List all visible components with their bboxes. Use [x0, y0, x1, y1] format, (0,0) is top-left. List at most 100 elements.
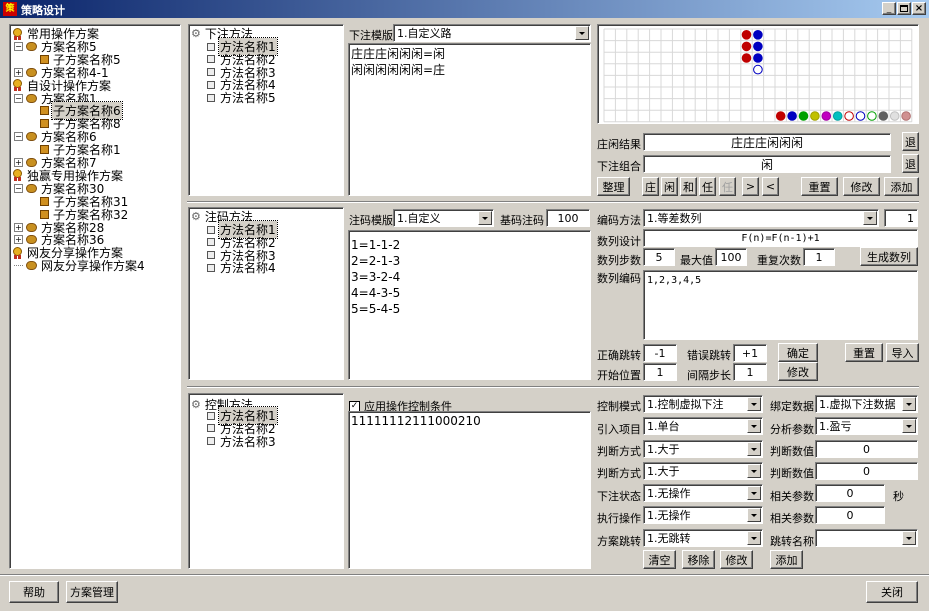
footer-divider — [0, 574, 929, 576]
minimize-button[interactable]: _ — [882, 2, 896, 15]
chevron-down-icon[interactable] — [747, 464, 761, 478]
judge-value-label-2: 判断数值 — [770, 467, 814, 480]
error-jump-field[interactable]: +1 — [733, 344, 767, 362]
judge-value-field-2[interactable]: 0 — [815, 462, 918, 480]
help-button[interactable]: 帮助 — [9, 581, 59, 603]
base-chip-field[interactable]: 100 — [546, 209, 590, 227]
chevron-down-icon[interactable] — [747, 397, 761, 411]
bet-template-select[interactable]: 1.自定义路 — [393, 24, 591, 42]
section-divider — [187, 386, 919, 388]
control-add-button[interactable]: 添加 — [770, 550, 803, 569]
section-divider — [187, 201, 919, 203]
repeat-count-field[interactable]: 1 — [803, 248, 835, 266]
generate-sequence-button[interactable]: 生成数列 — [860, 247, 918, 266]
plan-jump-select[interactable]: 1.无跳转 — [643, 529, 763, 547]
judge-method-select-2[interactable]: 1.大于 — [643, 462, 763, 480]
control-mode-select[interactable]: 1.控制虚拟下注 — [643, 395, 763, 413]
chevron-down-icon[interactable] — [478, 211, 492, 225]
result-back-button[interactable]: 退 — [902, 132, 919, 151]
jump-name-select[interactable] — [815, 529, 918, 547]
judge-value-field[interactable]: 0 — [815, 440, 918, 458]
chip-method-tree[interactable]: ⚙ 注码方法 方法名称1 方法名称2 方法名称3 方法名称4 — [188, 207, 344, 380]
he-button[interactable]: 和 — [680, 177, 697, 196]
plan-manage-button[interactable]: 方案管理 — [66, 581, 118, 603]
plan-tree[interactable]: 常用操作方案 − 方案名称5 子方案名称5 + 方案名称4-1 自设计操作方案 − 方案名称1 子… — [9, 24, 181, 569]
combo-back-button[interactable]: 退 — [902, 154, 919, 173]
method-item[interactable]: 方法名称5 — [207, 91, 277, 105]
seq-edit-button[interactable]: 修改 — [778, 362, 818, 381]
control-method-tree[interactable]: ⚙ 控制方法 方法名称1 方法名称2 方法名称3 — [188, 393, 344, 569]
confirm-button[interactable]: 确定 — [778, 343, 818, 362]
chip-template-select[interactable]: 1.自定义 — [393, 209, 494, 227]
close-window-button[interactable]: × — [912, 2, 926, 15]
import-item-select[interactable]: 1.单台 — [643, 417, 763, 435]
chevron-down-icon[interactable] — [747, 531, 761, 545]
bet-state-select[interactable]: 1.无操作 — [643, 484, 763, 502]
control-condition-textarea[interactable]: 11111112111000210 — [348, 411, 591, 569]
collapse-icon[interactable]: − — [14, 183, 23, 193]
maximize-button[interactable] — [897, 2, 911, 15]
encode-method-select[interactable]: 1.等差数列 — [643, 209, 879, 227]
encode-method-number[interactable]: 1 — [884, 209, 918, 227]
max-value-field[interactable]: 100 — [715, 248, 747, 266]
edit-button[interactable]: 修改 — [843, 177, 880, 196]
expand-icon[interactable]: + — [14, 222, 23, 232]
judge-method-select[interactable]: 1.大于 — [643, 440, 763, 458]
next-button[interactable]: > — [742, 177, 759, 196]
chip-rule-textarea[interactable]: 1=1-1-2 2=2-1-3 3=3-2-4 4=4-3-5 5=5-4-5 — [348, 230, 591, 380]
chevron-down-icon[interactable] — [575, 26, 589, 40]
chevron-down-icon[interactable] — [902, 531, 916, 545]
sequence-steps-field[interactable]: 5 — [643, 248, 675, 266]
chevron-down-icon[interactable] — [863, 211, 877, 225]
bet-method-tree[interactable]: ⚙ 下注方法 方法名称1 方法名称2 方法名称3 方法名称4 方法名称5 — [188, 24, 344, 196]
chevron-down-icon[interactable] — [747, 508, 761, 522]
collapse-icon[interactable]: − — [14, 41, 23, 51]
subplan-icon — [40, 119, 49, 129]
expand-icon[interactable]: + — [14, 235, 23, 245]
method-item[interactable]: 方法名称3 — [207, 435, 277, 449]
repeat-count-label: 重复次数 — [757, 254, 801, 267]
expand-icon[interactable]: + — [14, 158, 23, 167]
reset-button[interactable]: 重置 — [801, 177, 838, 196]
result-field[interactable]: 庄庄庄闲闲闲 — [643, 133, 891, 151]
sequence-design-field[interactable]: F(n)=F(n-1)+1 — [643, 229, 918, 247]
ren-button[interactable]: 任 — [699, 177, 716, 196]
correct-jump-field[interactable]: -1 — [643, 344, 677, 362]
interval-step-field[interactable]: 1 — [733, 363, 767, 381]
bind-data-select[interactable]: 1.虚拟下注数据 — [815, 395, 918, 413]
control-edit-button[interactable]: 修改 — [720, 550, 753, 569]
seq-reset-button[interactable]: 重置 — [845, 343, 883, 362]
sequence-code-textarea[interactable]: 1,2,3,4,5 — [643, 270, 918, 340]
chevron-down-icon[interactable] — [902, 397, 916, 411]
clear-button[interactable]: 清空 — [643, 550, 676, 569]
prev-button[interactable]: < — [762, 177, 779, 196]
start-position-field[interactable]: 1 — [643, 363, 677, 381]
related-param-field[interactable]: 0 — [815, 484, 885, 502]
combo-field[interactable]: 闲 — [643, 155, 891, 173]
expand-icon[interactable]: + — [14, 67, 23, 77]
tidy-button[interactable]: 整理 — [597, 177, 630, 196]
collapse-icon[interactable]: − — [14, 132, 23, 142]
import-button[interactable]: 导入 — [886, 343, 919, 362]
analysis-param-select[interactable]: 1.盈亏 — [815, 417, 918, 435]
bet-state-label: 下注状态 — [597, 490, 641, 503]
chevron-down-icon[interactable] — [902, 419, 916, 433]
ren-disabled-button[interactable]: 任 — [719, 177, 736, 196]
remove-button[interactable]: 移除 — [682, 550, 715, 569]
tree-connector[interactable] — [14, 265, 23, 267]
checkbox-check-icon[interactable]: ✓ — [349, 400, 360, 412]
exec-action-select[interactable]: 1.无操作 — [643, 506, 763, 524]
tree-item[interactable]: 网友分享操作方案4 — [14, 259, 146, 273]
xian-button[interactable]: 闲 — [661, 177, 678, 196]
close-button[interactable]: 关闭 — [866, 581, 918, 603]
chevron-down-icon[interactable] — [747, 442, 761, 456]
chevron-down-icon[interactable] — [747, 419, 761, 433]
chevron-down-icon[interactable] — [747, 486, 761, 500]
bet-rule-textarea[interactable]: 庄庄庄闲闲闲=闲 闲闲闲闲闲闲=庄 — [348, 43, 591, 196]
collapse-icon[interactable]: − — [14, 93, 23, 103]
add-button[interactable]: 添加 — [884, 177, 919, 196]
chip-template-label: 注码模版 — [349, 214, 393, 227]
method-item[interactable]: 方法名称4 — [207, 261, 277, 275]
related-param-field-2[interactable]: 0 — [815, 506, 885, 524]
zhuang-button[interactable]: 庄 — [642, 177, 659, 196]
